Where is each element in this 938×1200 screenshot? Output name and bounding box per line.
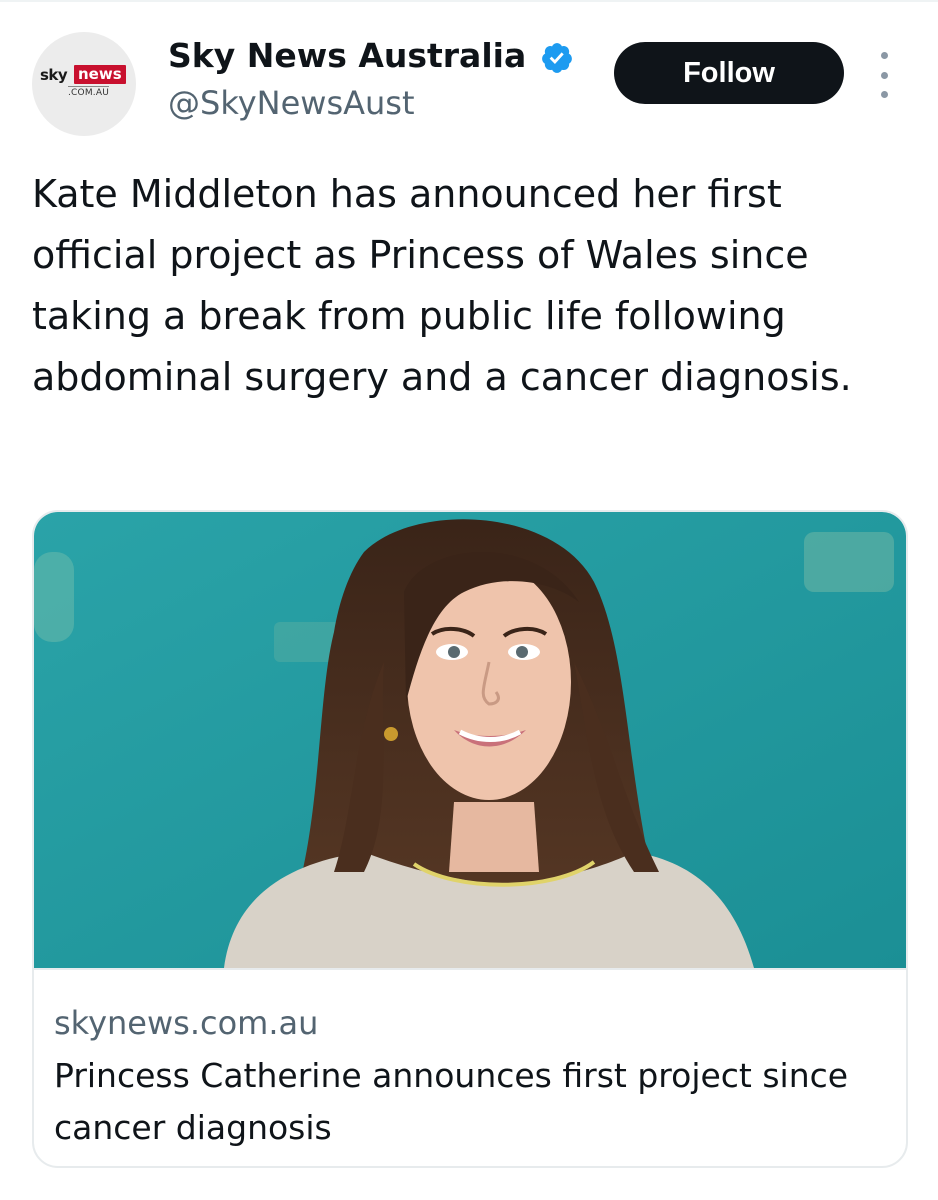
display-name[interactable]: Sky News Australia [168,36,526,75]
logo-news-text: news [74,65,126,84]
link-preview-card[interactable]: skynews.com.au Princess Catherine announ… [32,510,908,1168]
top-divider [0,0,938,2]
card-domain[interactable]: skynews.com.au [54,1004,318,1042]
card-divider [34,968,906,970]
sky-news-logo: sky news .COM.AU [40,65,128,102]
logo-sky-text: sky [40,66,68,84]
card-image[interactable] [34,512,906,968]
more-dot [880,91,888,98]
verified-badge-icon [540,41,574,75]
more-dot [880,52,888,59]
more-options-icon[interactable] [870,52,898,98]
user-handle[interactable]: @SkyNewsAust [168,84,415,122]
follow-button[interactable]: Follow [614,42,844,104]
more-dot [880,71,888,79]
tweet-text: Kate Middleton has announced her first o… [32,172,852,399]
card-title[interactable]: Princess Catherine announces first proje… [54,1050,884,1154]
avatar[interactable]: sky news .COM.AU [32,32,136,136]
logo-domain-text: .COM.AU [68,86,109,98]
